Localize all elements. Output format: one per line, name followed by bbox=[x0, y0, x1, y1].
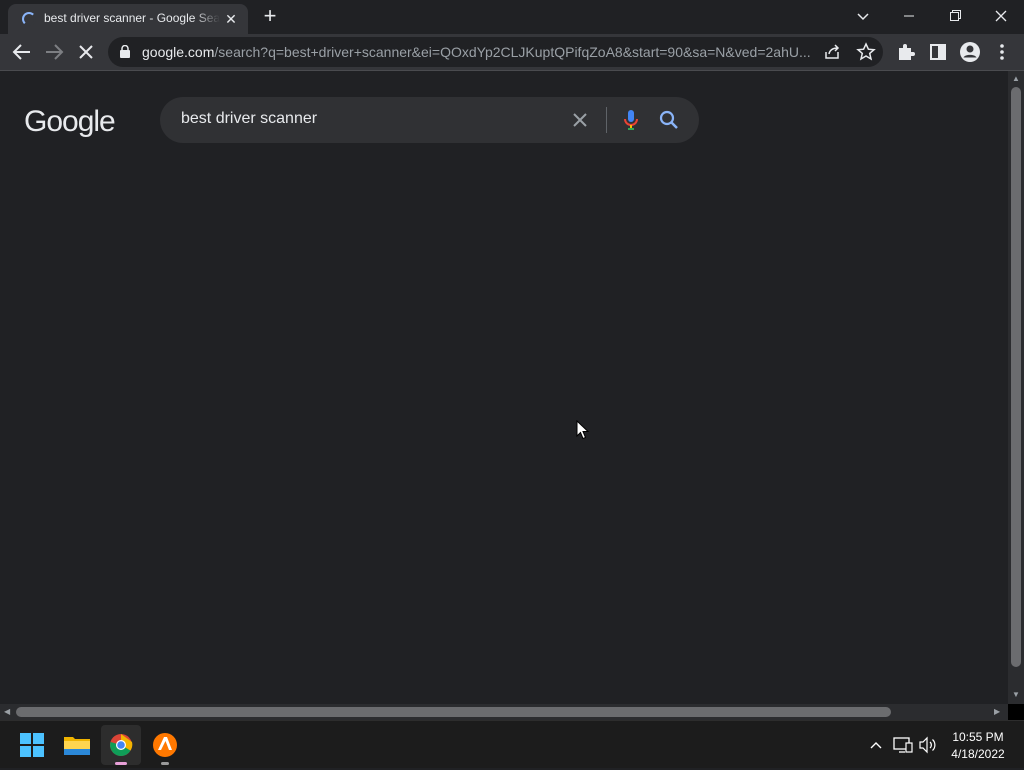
share-icon bbox=[825, 44, 840, 59]
lock-icon[interactable] bbox=[120, 45, 130, 58]
search-divider bbox=[606, 107, 607, 133]
menu-icon bbox=[1000, 44, 1004, 60]
clock-date[interactable]: 4/18/2022 bbox=[940, 747, 1016, 761]
voice-search-button[interactable] bbox=[620, 108, 642, 132]
browser-tab[interactable]: best driver scanner - Google Search ✕ bbox=[8, 4, 248, 34]
running-app-indicator bbox=[161, 762, 169, 765]
new-tab-button[interactable]: + bbox=[258, 5, 282, 29]
scroll-corner bbox=[1008, 704, 1024, 720]
horizontal-scrollbar[interactable]: ◀ ▶ bbox=[0, 704, 1008, 720]
file-explorer-button[interactable] bbox=[57, 725, 97, 765]
show-hidden-icons-button[interactable] bbox=[866, 735, 886, 755]
chevron-up-icon bbox=[870, 742, 882, 749]
extensions-icon bbox=[899, 44, 915, 60]
network-button[interactable] bbox=[892, 735, 914, 755]
profile-icon bbox=[960, 42, 980, 62]
search-box[interactable]: best driver scanner bbox=[160, 97, 699, 143]
search-button[interactable] bbox=[658, 109, 680, 131]
browser-toolbar: google.com/search?q=best+driver+scanner&… bbox=[0, 34, 1024, 71]
restore-icon bbox=[949, 10, 961, 21]
tab-close-button[interactable]: ✕ bbox=[222, 10, 240, 28]
avast-taskbar-button[interactable] bbox=[145, 725, 185, 765]
back-icon bbox=[12, 44, 30, 60]
mouse-cursor-icon bbox=[576, 420, 590, 440]
chevron-down-icon bbox=[857, 13, 869, 21]
extensions-button[interactable] bbox=[894, 40, 918, 64]
back-button[interactable] bbox=[10, 40, 34, 64]
vertical-scroll-thumb[interactable] bbox=[1011, 87, 1021, 667]
clear-icon bbox=[573, 113, 587, 127]
side-panel-icon bbox=[930, 44, 946, 60]
search-icon bbox=[659, 110, 678, 129]
mic-icon bbox=[624, 110, 638, 130]
page-content: Google best driver scanner bbox=[0, 71, 1008, 704]
minimize-icon bbox=[904, 15, 914, 17]
scroll-right-arrow-icon[interactable]: ▶ bbox=[994, 708, 1000, 716]
close-icon bbox=[995, 10, 1007, 22]
tab-title: best driver scanner - Google Search bbox=[44, 11, 220, 25]
start-button[interactable] bbox=[12, 725, 52, 765]
chrome-taskbar-button[interactable] bbox=[101, 725, 141, 765]
avast-icon bbox=[153, 733, 177, 757]
vertical-scrollbar[interactable]: ▲ ▼ bbox=[1008, 71, 1024, 704]
clear-search-button[interactable] bbox=[570, 110, 590, 130]
forward-button[interactable] bbox=[42, 40, 66, 64]
url-path: /search?q=best+driver+scanner&ei=QOxdYp2… bbox=[214, 44, 811, 60]
url-text[interactable]: google.com/search?q=best+driver+scanner&… bbox=[142, 44, 811, 60]
profile-button[interactable] bbox=[958, 40, 982, 64]
address-bar[interactable]: google.com/search?q=best+driver+scanner&… bbox=[108, 37, 883, 67]
stop-loading-button[interactable] bbox=[74, 40, 98, 64]
windows-start-icon bbox=[20, 733, 44, 757]
window-close-button[interactable] bbox=[978, 0, 1024, 32]
menu-button[interactable] bbox=[990, 40, 1014, 64]
restore-button[interactable] bbox=[932, 0, 978, 32]
scroll-left-arrow-icon[interactable]: ◀ bbox=[4, 708, 10, 716]
forward-icon bbox=[46, 44, 64, 60]
horizontal-scroll-thumb[interactable] bbox=[16, 707, 891, 717]
taskbar: 10:55 PM 4/18/2022 bbox=[0, 720, 1024, 768]
clock-time[interactable]: 10:55 PM bbox=[940, 730, 1016, 744]
scroll-up-arrow-icon[interactable]: ▲ bbox=[1012, 75, 1020, 83]
tab-search-button[interactable] bbox=[840, 0, 886, 32]
scroll-down-arrow-icon[interactable]: ▼ bbox=[1012, 691, 1020, 699]
tab-strip: best driver scanner - Google Search ✕ + bbox=[0, 0, 1024, 34]
volume-button[interactable] bbox=[918, 735, 938, 755]
active-app-indicator bbox=[115, 762, 127, 765]
chrome-icon bbox=[110, 734, 133, 756]
google-logo[interactable]: Google bbox=[24, 105, 116, 139]
network-icon bbox=[893, 737, 913, 753]
star-icon bbox=[856, 42, 876, 61]
minimize-button[interactable] bbox=[886, 0, 932, 32]
side-panel-button[interactable] bbox=[926, 40, 950, 64]
search-input[interactable]: best driver scanner bbox=[181, 110, 317, 128]
bookmark-button[interactable] bbox=[856, 42, 876, 62]
loading-spinner-icon bbox=[22, 12, 36, 26]
stop-loading-icon bbox=[79, 45, 93, 59]
url-domain: google.com bbox=[142, 44, 215, 60]
volume-icon bbox=[919, 736, 936, 754]
share-button[interactable] bbox=[823, 42, 843, 62]
file-explorer-icon bbox=[64, 737, 90, 755]
